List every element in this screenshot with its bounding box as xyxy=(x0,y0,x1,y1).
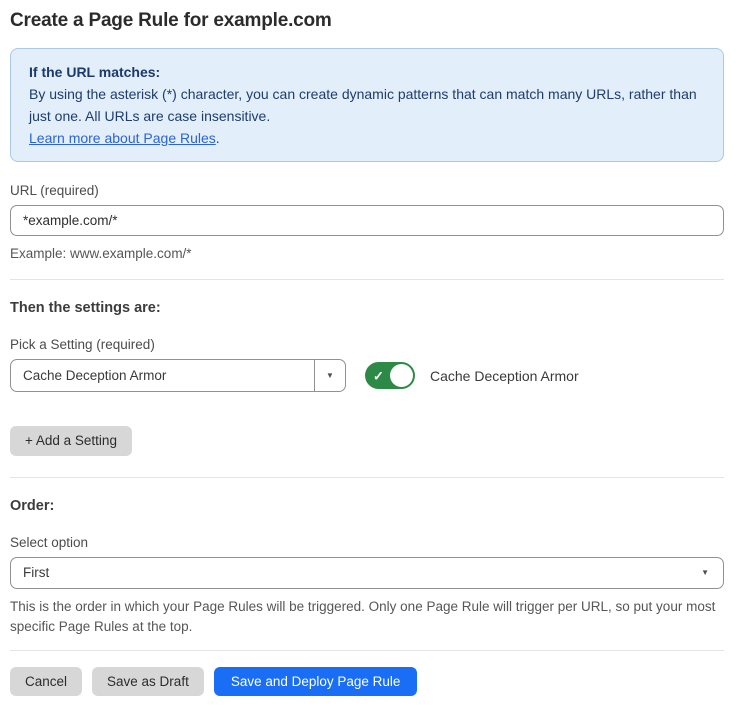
page-title: Create a Page Rule for example.com xyxy=(10,10,724,32)
info-box-link-line: Learn more about Page Rules. xyxy=(29,127,705,149)
chevron-down-icon: ▼ xyxy=(701,568,709,577)
order-section-heading: Order: xyxy=(10,498,724,514)
setting-picker-label: Pick a Setting (required) xyxy=(10,337,724,352)
cancel-button[interactable]: Cancel xyxy=(10,667,82,697)
footer-buttons: Cancel Save as Draft Save and Deploy Pag… xyxy=(10,667,724,713)
setting-row: Cache Deception Armor ▼ ✓ Cache Deceptio… xyxy=(10,359,724,392)
page-rule-form: Create a Page Rule for example.com If th… xyxy=(10,0,724,713)
url-input[interactable] xyxy=(10,205,724,236)
setting-toggle[interactable]: ✓ xyxy=(365,362,415,389)
divider xyxy=(10,477,724,478)
order-select-label: Select option xyxy=(10,535,724,550)
chevron-down-icon[interactable]: ▼ xyxy=(314,360,345,391)
save-and-deploy-button[interactable]: Save and Deploy Page Rule xyxy=(214,667,418,697)
setting-dropdown[interactable]: Cache Deception Armor ▼ xyxy=(10,359,346,392)
divider xyxy=(10,279,724,280)
url-match-info-box: If the URL matches: By using the asteris… xyxy=(10,48,724,162)
setting-dropdown-value: Cache Deception Armor xyxy=(11,360,314,391)
toggle-knob xyxy=(390,364,413,387)
divider xyxy=(10,650,724,651)
check-icon: ✓ xyxy=(373,369,384,382)
order-select[interactable]: First ▼ xyxy=(10,557,724,589)
info-box-heading: If the URL matches: xyxy=(29,61,705,83)
settings-section-heading: Then the settings are: xyxy=(10,300,724,316)
link-period: . xyxy=(216,130,220,146)
add-setting-button[interactable]: + Add a Setting xyxy=(10,426,132,456)
url-example-helper: Example: www.example.com/* xyxy=(10,244,724,264)
save-as-draft-button[interactable]: Save as Draft xyxy=(92,667,204,697)
setting-toggle-label: Cache Deception Armor xyxy=(430,368,579,384)
order-helper-text: This is the order in which your Page Rul… xyxy=(10,597,724,637)
url-field-label: URL (required) xyxy=(10,183,724,198)
order-select-value: First xyxy=(23,565,49,580)
info-box-body: By using the asterisk (*) character, you… xyxy=(29,83,705,127)
learn-more-link[interactable]: Learn more about Page Rules xyxy=(29,130,216,146)
